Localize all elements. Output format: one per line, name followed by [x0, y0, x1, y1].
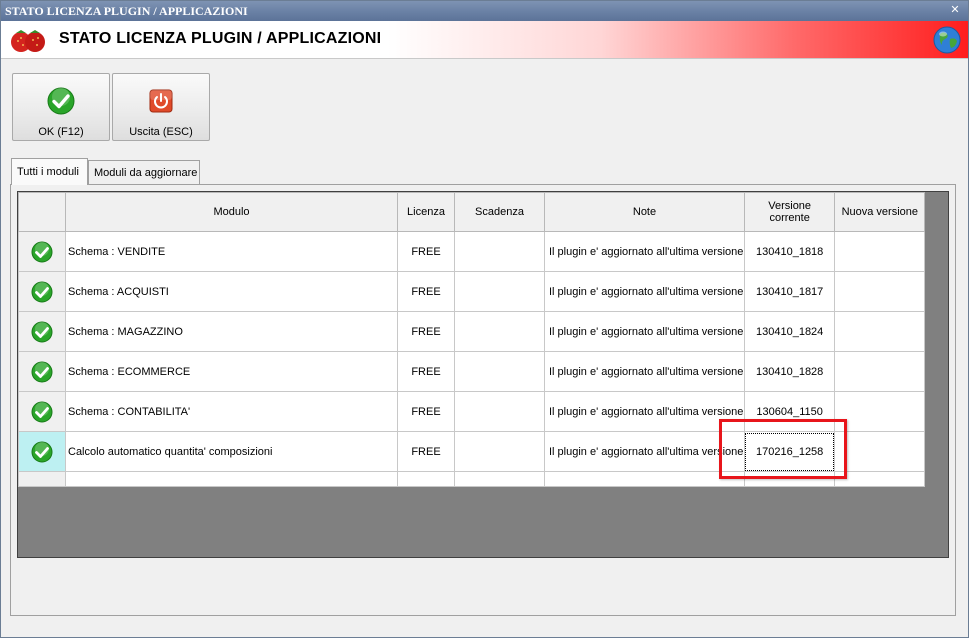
cell-versione-focused: 170216_1258 — [745, 432, 834, 471]
title-bar: STATO LICENZA PLUGIN / APPLICAZIONI ✕ — [1, 1, 968, 21]
table-row[interactable]: Calcolo automatico quantita' composizion… — [18, 431, 926, 472]
cell-modulo[interactable]: Schema : VENDITE — [65, 231, 398, 272]
table-row[interactable]: Schema : MAGAZZINO FREE Il plugin e' aggio… — [18, 311, 926, 352]
cell-versione[interactable]: 130604_1150 — [743, 391, 836, 432]
row-indicator[interactable] — [18, 231, 66, 272]
plugin-license-window: STATO LICENZA PLUGIN / APPLICAZIONI ✕ ST… — [0, 0, 969, 638]
cell-nuova-versione[interactable] — [834, 231, 926, 272]
window-title: STATO LICENZA PLUGIN / APPLICAZIONI — [5, 4, 248, 18]
modules-table: Modulo Licenza Scadenza Note Versione co… — [18, 192, 926, 487]
cell-versione[interactable]: 130410_1817 — [743, 271, 836, 312]
cell-versione[interactable]: 130410_1818 — [743, 231, 836, 272]
cell-licenza[interactable]: FREE — [397, 431, 455, 472]
status-check-icon — [31, 281, 53, 302]
column-header-versione[interactable]: Versione corrente — [743, 192, 836, 232]
ok-button-label: OK (F12) — [38, 126, 84, 138]
table-row[interactable]: Schema : ECOMMERCE FREE Il plugin e' aggio… — [18, 351, 926, 392]
tab-panel: Modulo Licenza Scadenza Note Versione co… — [10, 184, 956, 616]
exit-button[interactable]: Uscita (ESC) — [112, 73, 210, 141]
row-indicator[interactable] — [18, 271, 66, 312]
cell-nuova-versione[interactable] — [834, 391, 926, 432]
exit-button-label: Uscita (ESC) — [129, 126, 193, 138]
cell-nuova-versione[interactable] — [834, 271, 926, 312]
cell-note[interactable]: Il plugin e' aggiornato all'ultima versi… — [544, 271, 745, 312]
row-indicator[interactable] — [18, 431, 66, 472]
power-icon — [149, 89, 173, 113]
cell-scadenza[interactable] — [454, 271, 545, 312]
row-indicator[interactable] — [18, 311, 66, 352]
column-header-scadenza[interactable]: Scadenza — [454, 192, 545, 232]
cell-licenza[interactable]: FREE — [397, 271, 455, 312]
cell-nuova-versione[interactable] — [834, 311, 926, 352]
row-indicator[interactable] — [18, 351, 66, 392]
green-check-icon — [47, 87, 75, 115]
cell-note[interactable]: Il plugin e' aggiornato all'ultima versi… — [544, 351, 745, 392]
cell-modulo[interactable]: Schema : CONTABILITA' — [65, 391, 398, 432]
table-row[interactable]: Schema : CONTABILITA' FREE Il plugin e' ag… — [18, 391, 926, 432]
modules-grid: Modulo Licenza Scadenza Note Versione co… — [17, 191, 949, 558]
cell-versione[interactable]: 170216_1258 — [743, 431, 836, 472]
new-row-placeholder[interactable] — [18, 471, 926, 487]
cell-note[interactable]: Il plugin e' aggiornato all'ultima versi… — [544, 311, 745, 352]
cell-scadenza[interactable] — [454, 231, 545, 272]
cell-licenza[interactable]: FREE — [397, 311, 455, 352]
cell-scadenza[interactable] — [454, 351, 545, 392]
cell-licenza[interactable]: FREE — [397, 351, 455, 392]
cell-scadenza[interactable] — [454, 391, 545, 432]
table-header-row: Modulo Licenza Scadenza Note Versione co… — [18, 192, 926, 232]
column-header-indicator — [18, 192, 66, 232]
ok-button[interactable]: OK (F12) — [12, 73, 110, 141]
cell-licenza[interactable]: FREE — [397, 231, 455, 272]
column-header-versione-line2: corrente — [769, 212, 810, 224]
status-check-icon — [31, 241, 53, 262]
close-icon[interactable]: ✕ — [948, 3, 962, 17]
cell-versione[interactable]: 130410_1824 — [743, 311, 836, 352]
cell-nuova-versione[interactable] — [834, 351, 926, 392]
row-indicator — [18, 471, 66, 487]
strawberry-icon — [11, 30, 45, 52]
cell-versione[interactable]: 130410_1828 — [743, 351, 836, 392]
cell-modulo[interactable]: Calcolo automatico quantita' composizion… — [65, 431, 398, 472]
cell-licenza[interactable]: FREE — [397, 391, 455, 432]
cell-modulo[interactable]: Schema : MAGAZZINO — [65, 311, 398, 352]
status-check-icon — [31, 441, 53, 462]
status-check-icon — [31, 361, 53, 382]
cell-note[interactable]: Il plugin e' aggiornato all'ultima versi… — [544, 231, 745, 272]
cell-nuova-versione[interactable] — [834, 431, 926, 472]
cell-note[interactable]: Il plugin e' aggiornato all'ultima versi… — [544, 431, 745, 472]
header-banner: STATO LICENZA PLUGIN / APPLICAZIONI — [1, 21, 968, 59]
column-header-note[interactable]: Note — [544, 192, 745, 232]
table-body: Schema : VENDITE FREE Il plugin e' aggiorn… — [18, 231, 926, 487]
cell-scadenza[interactable] — [454, 431, 545, 472]
globe-icon — [933, 26, 961, 54]
row-indicator[interactable] — [18, 391, 66, 432]
cell-modulo[interactable]: Schema : ACQUISTI — [65, 271, 398, 312]
tab-all-modules[interactable]: Tutti i moduli — [11, 158, 88, 185]
cell-modulo[interactable]: Schema : ECOMMERCE — [65, 351, 398, 392]
cell-scadenza[interactable] — [454, 311, 545, 352]
column-header-modulo[interactable]: Modulo — [65, 192, 398, 232]
status-check-icon — [31, 401, 53, 422]
column-header-nuova-versione[interactable]: Nuova versione — [834, 192, 926, 232]
header-title: STATO LICENZA PLUGIN / APPLICAZIONI — [59, 30, 382, 47]
cell-note[interactable]: Il plugin e' aggiornato all'ultima versi… — [544, 391, 745, 432]
table-row[interactable]: Schema : VENDITE FREE Il plugin e' aggiorn… — [18, 231, 926, 272]
column-header-licenza[interactable]: Licenza — [397, 192, 455, 232]
tab-modules-to-update[interactable]: Moduli da aggiornare — [88, 160, 200, 184]
status-check-icon — [31, 321, 53, 342]
table-row[interactable]: Schema : ACQUISTI FREE Il plugin e' aggior… — [18, 271, 926, 312]
column-header-versione-line1: Versione — [768, 200, 812, 212]
